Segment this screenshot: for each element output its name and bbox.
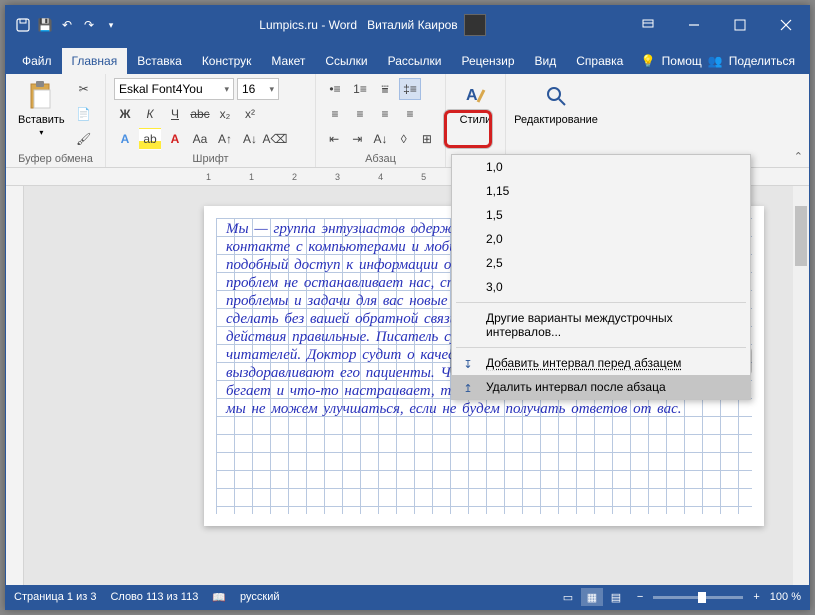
status-page[interactable]: Страница 1 из 3 [14, 591, 96, 603]
grow-font-button[interactable]: A↑ [214, 128, 236, 150]
svg-text:A: A [466, 87, 478, 104]
qat-more-icon[interactable]: ▾ [102, 16, 120, 34]
scrollbar-thumb[interactable] [795, 206, 807, 266]
undo-icon[interactable]: ↶ [58, 16, 76, 34]
increase-indent-button[interactable]: ⇥ [347, 128, 367, 150]
tab-help[interactable]: Справка [566, 48, 633, 74]
tab-layout[interactable]: Макет [261, 48, 315, 74]
decrease-indent-button[interactable]: ⇤ [324, 128, 344, 150]
group-label-clipboard: Буфер обмена [14, 151, 97, 165]
align-center-button[interactable]: ≡ [349, 103, 371, 125]
spacing-option[interactable]: 1,0 [452, 155, 750, 179]
tab-home[interactable]: Главная [62, 48, 128, 74]
shrink-font-button[interactable]: A↓ [239, 128, 261, 150]
tab-design[interactable]: Конструк [192, 48, 262, 74]
tab-review[interactable]: Рецензир [451, 48, 524, 74]
format-painter-button[interactable]: 🖌 [73, 128, 95, 150]
spacing-option[interactable]: 1,5 [452, 203, 750, 227]
spacing-option[interactable]: 2,5 [452, 251, 750, 275]
zoom-slider[interactable] [653, 596, 743, 599]
copy-button[interactable]: 📄 [73, 103, 95, 125]
status-words[interactable]: Слово 113 из 113 [110, 591, 198, 603]
tab-insert[interactable]: Вставка [127, 48, 192, 74]
bold-button[interactable]: Ж [114, 103, 136, 125]
text-effects-button[interactable]: A [114, 128, 136, 150]
save-icon[interactable]: 💾 [36, 16, 54, 34]
zoom-in-button[interactable]: + [753, 591, 759, 603]
redo-icon[interactable]: ↷ [80, 16, 98, 34]
add-space-before[interactable]: ↧ Добавить интервал перед абзацем [452, 351, 750, 375]
subscript-button[interactable]: x₂ [214, 103, 236, 125]
spacing-option[interactable]: 3,0 [452, 275, 750, 299]
clipboard-icon [25, 80, 57, 112]
italic-button[interactable]: К [139, 103, 161, 125]
user-name: Виталий Каиров [367, 18, 458, 32]
view-read-button[interactable]: ▭ [557, 588, 579, 606]
tab-file[interactable]: Файл [12, 48, 62, 74]
zoom-level[interactable]: 100 % [770, 591, 801, 603]
vertical-scrollbar[interactable] [793, 186, 809, 585]
styles-button[interactable]: A Стили [454, 78, 497, 128]
tell-me[interactable]: Помощ [658, 48, 706, 74]
font-size-combo[interactable]: 16▾ [237, 78, 279, 100]
strikethrough-button[interactable]: abc [189, 103, 211, 125]
remove-after-icon: ↥ [460, 380, 476, 396]
borders-button[interactable]: ⊞ [417, 128, 437, 150]
clear-format-button[interactable]: A⌫ [264, 128, 286, 150]
sort-button[interactable]: A↓ [370, 128, 390, 150]
paste-button[interactable]: Вставить ▾ [14, 78, 69, 139]
bullets-button[interactable]: •≡ [324, 78, 346, 100]
styles-icon: A [460, 80, 492, 112]
lightbulb-icon: 💡 [641, 54, 656, 68]
vertical-ruler[interactable] [6, 186, 24, 585]
spacing-option[interactable]: 1,15 [452, 179, 750, 203]
search-icon [540, 80, 572, 112]
underline-button[interactable]: Ч [164, 103, 186, 125]
spellcheck-icon[interactable]: 📖 [212, 591, 226, 604]
view-web-button[interactable]: ▤ [605, 588, 627, 606]
add-before-icon: ↧ [460, 356, 476, 372]
tab-references[interactable]: Ссылки [315, 48, 377, 74]
editing-button[interactable]: Редактирование [514, 78, 598, 128]
justify-button[interactable]: ≡ [399, 103, 421, 125]
spacing-more-options[interactable]: Другие варианты междустрочных интервалов… [452, 306, 750, 344]
share-button[interactable]: Поделиться [725, 48, 799, 74]
numbering-button[interactable]: 1≡ [349, 78, 371, 100]
highlight-button[interactable]: ab [139, 128, 161, 150]
autosave-icon[interactable] [14, 16, 32, 34]
collapse-ribbon-button[interactable]: ⌃ [794, 150, 803, 163]
shading-button[interactable]: ◊ [394, 128, 414, 150]
line-spacing-dropdown: 1,0 1,15 1,5 2,0 2,5 3,0 Другие варианты… [451, 154, 751, 400]
share-icon: 👥 [708, 54, 723, 68]
spacing-option[interactable]: 2,0 [452, 227, 750, 251]
window-title: Lumpics.ru - Word [259, 18, 357, 32]
tab-view[interactable]: Вид [525, 48, 567, 74]
multilevel-button[interactable]: ⩸ [374, 78, 396, 100]
view-print-button[interactable]: ▦ [581, 588, 603, 606]
close-button[interactable] [763, 6, 809, 44]
superscript-button[interactable]: x² [239, 103, 261, 125]
status-language[interactable]: русский [240, 591, 279, 603]
font-color-button[interactable]: A [164, 128, 186, 150]
group-label-paragraph: Абзац [324, 151, 437, 165]
maximize-button[interactable] [717, 6, 763, 44]
change-case-button[interactable]: Aa [189, 128, 211, 150]
remove-space-after[interactable]: ↥ Удалить интервал после абзаца [452, 375, 750, 399]
minimize-button[interactable] [671, 6, 717, 44]
align-right-button[interactable]: ≡ [374, 103, 396, 125]
line-spacing-button[interactable]: ‡≡ [399, 78, 421, 100]
cut-button[interactable]: ✂ [73, 78, 95, 100]
tab-mailings[interactable]: Рассылки [378, 48, 452, 74]
ribbon-options-button[interactable] [625, 6, 671, 44]
align-left-button[interactable]: ≡ [324, 103, 346, 125]
zoom-out-button[interactable]: − [637, 591, 643, 603]
font-name-combo[interactable]: Eskal Font4You▾ [114, 78, 234, 100]
avatar[interactable] [464, 14, 486, 36]
chevron-down-icon: ▾ [39, 128, 43, 137]
group-label-font: Шрифт [114, 151, 307, 165]
